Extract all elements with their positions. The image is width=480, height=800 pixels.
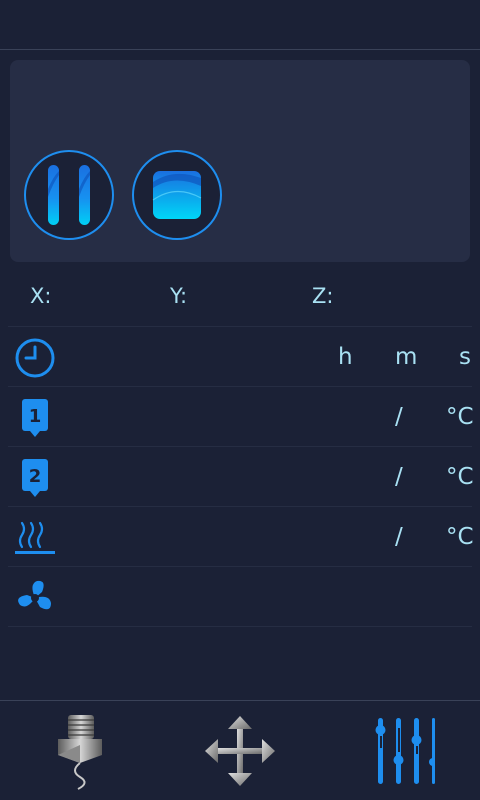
- stop-button[interactable]: [132, 150, 222, 240]
- sliders-icon: [375, 718, 435, 784]
- list-divider: [8, 626, 472, 627]
- pause-icon: [48, 165, 90, 225]
- extruder-2-unit: °C: [446, 464, 474, 490]
- print-control-panel: [10, 60, 470, 262]
- print-time-row: h m s: [8, 326, 472, 386]
- y-position: Y:: [170, 284, 191, 308]
- move-arrows-icon: [205, 716, 275, 786]
- title-bar: [0, 0, 480, 50]
- move-button[interactable]: [195, 709, 285, 793]
- extruder-1-unit: °C: [446, 404, 474, 430]
- position-readout: X: Y: Z:: [0, 278, 480, 318]
- hours-unit: h: [338, 344, 353, 370]
- nozzle-2-icon: 2: [14, 457, 56, 499]
- nozzle-1-icon: 1: [14, 397, 56, 439]
- x-label: X:: [30, 284, 52, 308]
- fan-row: [8, 566, 472, 626]
- extrude-button[interactable]: [35, 709, 125, 793]
- extruder-icon: [58, 715, 102, 790]
- minutes-unit: m: [395, 344, 418, 370]
- z-label: Z:: [312, 284, 334, 308]
- extruder-2-separator: /: [395, 464, 403, 490]
- settings-button[interactable]: [355, 709, 445, 793]
- extruder-1-row: 1 / °C: [8, 386, 474, 446]
- bottom-navigation: [0, 700, 480, 800]
- heated-bed-icon: [14, 517, 56, 559]
- fan-icon: [14, 577, 56, 619]
- extruder-1-separator: /: [395, 404, 403, 430]
- clock-icon: [14, 337, 56, 379]
- x-position: X:: [30, 284, 55, 308]
- y-label: Y:: [170, 284, 188, 308]
- heated-bed-row: / °C: [8, 506, 474, 566]
- extruder-2-row: 2 / °C: [8, 446, 474, 506]
- nozzle-2-badge: 2: [29, 466, 42, 487]
- z-position: Z:: [312, 284, 337, 308]
- stop-icon: [152, 171, 202, 219]
- pause-button[interactable]: [24, 150, 114, 240]
- bed-separator: /: [395, 524, 403, 550]
- bed-unit: °C: [446, 524, 474, 550]
- nozzle-1-badge: 1: [29, 406, 42, 427]
- seconds-unit: s: [459, 344, 471, 370]
